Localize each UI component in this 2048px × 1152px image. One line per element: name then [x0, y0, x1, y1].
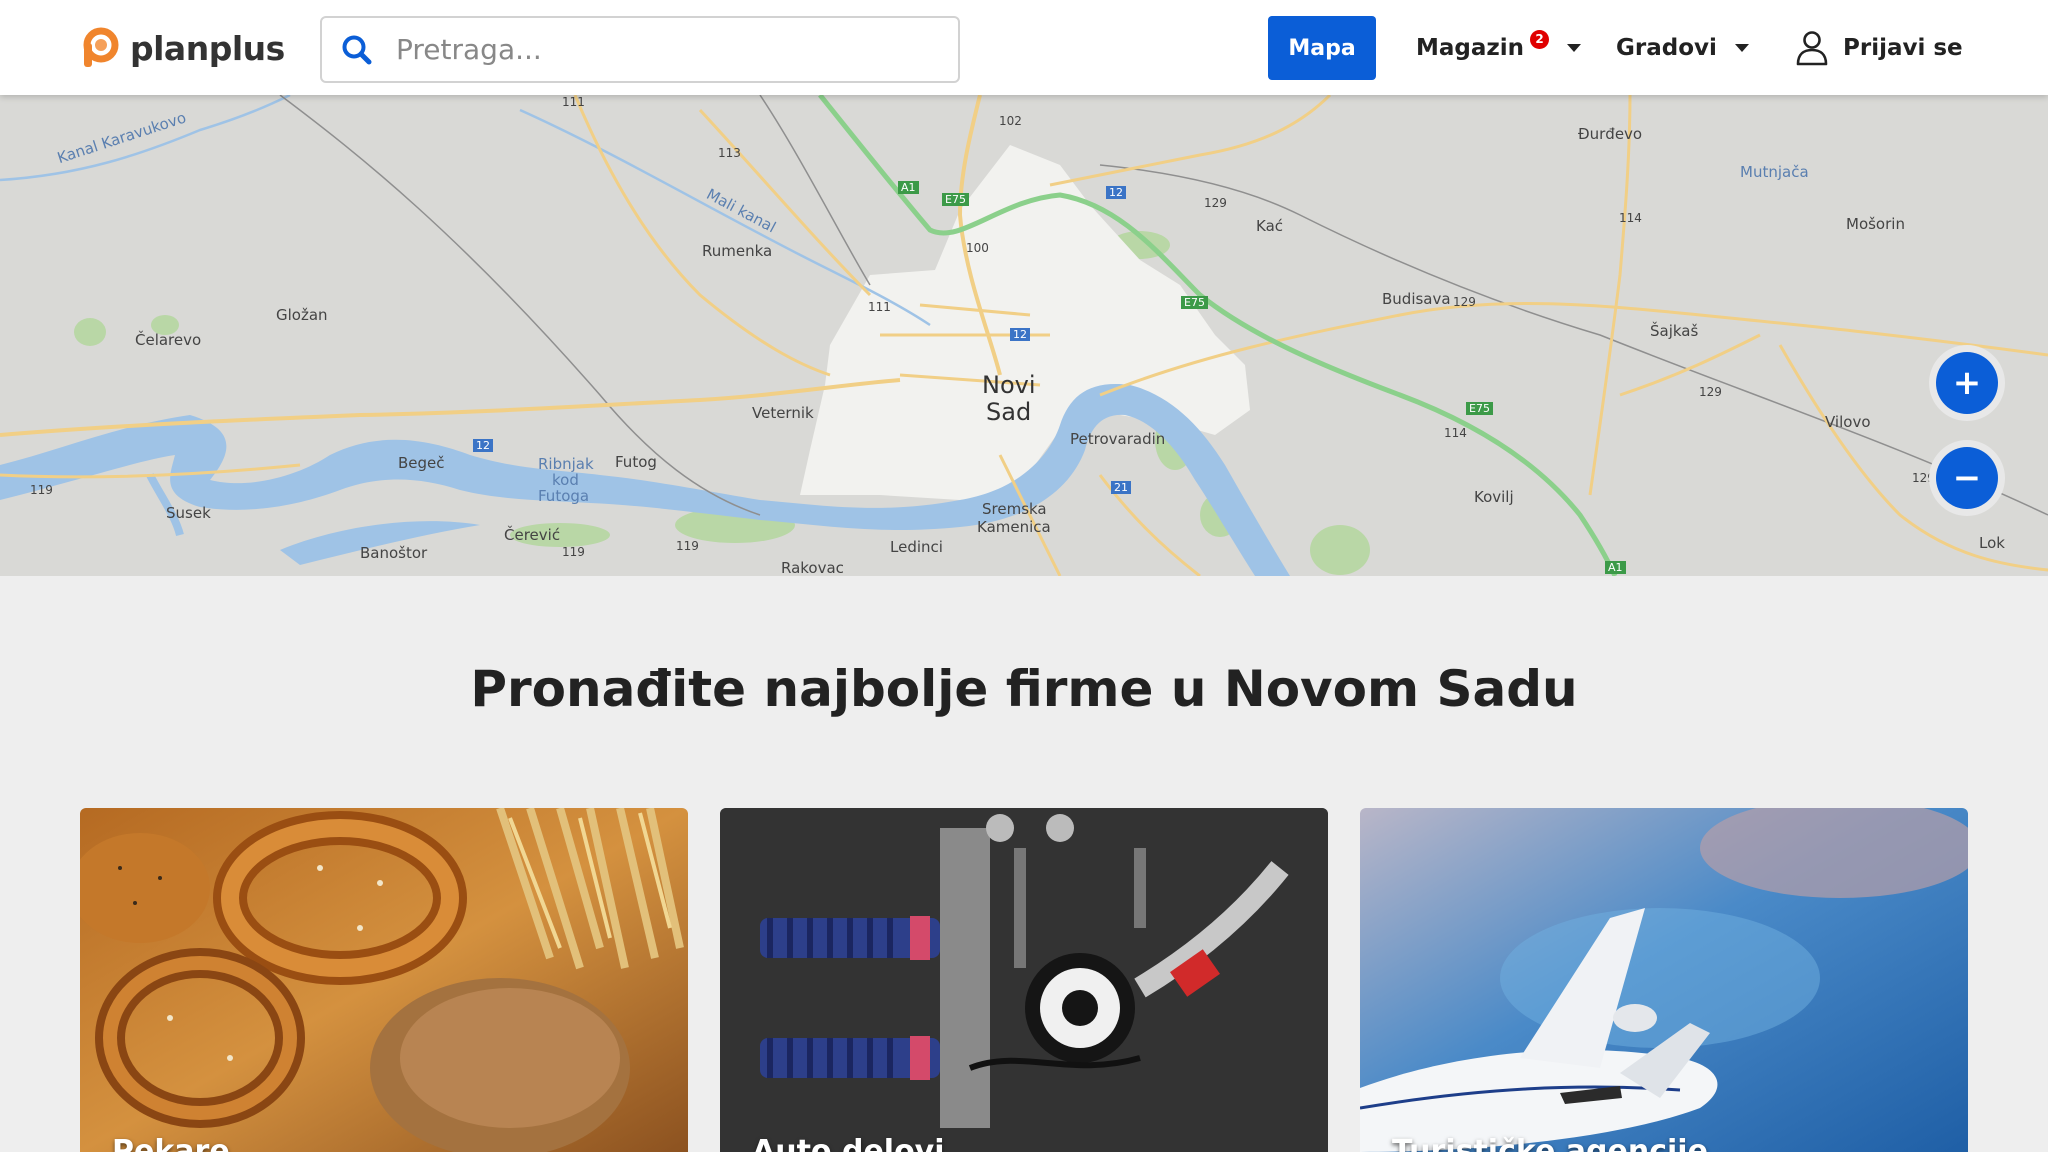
user-icon [1796, 31, 1828, 66]
road-number: 129 [1699, 385, 1722, 399]
road-number: 113 [718, 146, 741, 160]
card-label: Auto delovi [752, 1134, 945, 1152]
map-view[interactable]: Novi Sad Đurđevo Mutnjača Mošorin Kać Bu… [0, 95, 2048, 576]
map-label-place: Budisava [1382, 290, 1451, 308]
road-number: 114 [1444, 426, 1467, 440]
road-number: 119 [30, 483, 53, 497]
auto-parts-image [720, 808, 1328, 1152]
top-navbar: planplus Mapa Magazin 2 Gradovi Prijavi … [0, 0, 2048, 95]
map-label-place: Petrovaradin [1070, 430, 1166, 448]
zoom-out-button[interactable]: − [1929, 440, 2005, 516]
map-label-place: Begeč [398, 454, 445, 472]
map-label-place: Čerević [504, 526, 561, 544]
nav-gradovi-label: Gradovi [1616, 35, 1717, 61]
road-number: 12 [473, 439, 493, 452]
map-label-place: Veternik [752, 404, 814, 422]
map-label-place: Mutnjača [1740, 163, 1809, 181]
map-label-place: Kovilj [1474, 488, 1514, 506]
road-number: 129 [1453, 295, 1476, 309]
search-icon[interactable] [340, 33, 374, 67]
road-number: A1 [898, 181, 919, 194]
chevron-down-icon [1567, 44, 1582, 52]
map-label-place: Rumenka [702, 242, 773, 260]
map-label-place: Kamenica [977, 518, 1051, 536]
notification-badge: 2 [1530, 29, 1550, 49]
nav-magazin-label: Magazin [1416, 35, 1525, 61]
category-card-pekare[interactable]: Pekare [80, 808, 688, 1152]
road-number: E75 [1466, 402, 1493, 415]
road-number: 21 [1111, 481, 1131, 494]
map-label-place: Gložan [276, 306, 328, 324]
map-labels: Novi Sad Đurđevo Mutnjača Mošorin Kać Bu… [0, 95, 2048, 576]
login-label: Prijavi se [1843, 35, 1963, 61]
map-label-place: Ledinci [890, 538, 943, 556]
road-number: 100 [966, 241, 989, 255]
map-label-canal: Kanal Karavukovo [55, 108, 189, 168]
map-label-place: Susek [166, 504, 211, 522]
map-label-novi-sad: Sad [986, 398, 1032, 426]
map-label-place: Futoga [538, 487, 590, 505]
map-label-place: Mošorin [1846, 215, 1905, 233]
card-label: Pekare [112, 1134, 230, 1152]
chevron-down-icon [1734, 44, 1749, 52]
map-label-place: Đurđevo [1578, 125, 1643, 143]
map-label-place: Futog [615, 453, 657, 471]
road-number: 129 [1204, 196, 1227, 210]
map-label-place: Vilovo [1825, 413, 1871, 431]
search-bar[interactable] [320, 16, 960, 83]
map-label-place: Kać [1256, 217, 1284, 235]
map-label-place: Lok [1979, 534, 2005, 552]
card-label: Turističke agencije [1392, 1134, 1708, 1152]
road-number: E75 [1181, 296, 1208, 309]
road-number: E75 [942, 193, 969, 206]
map-label-place: Banoštor [360, 544, 428, 562]
bakery-image [80, 808, 688, 1152]
nav-gradovi-dropdown[interactable]: Gradovi [1616, 30, 1749, 66]
search-input[interactable] [396, 33, 936, 66]
page-title: Pronađite najbolje firme u Novom Sadu [470, 660, 1578, 718]
road-number: 12 [1010, 328, 1030, 341]
map-label-place: Čelarevo [135, 331, 202, 349]
map-label-place: Rakovac [781, 559, 844, 576]
road-number: 114 [1619, 211, 1642, 225]
road-number: 119 [562, 545, 585, 559]
travel-agency-image [1360, 808, 1968, 1152]
map-button[interactable]: Mapa [1268, 16, 1376, 80]
map-label-canal: Mali kanal [703, 185, 779, 237]
road-number: 119 [676, 539, 699, 553]
logo-text: planplus [130, 28, 285, 68]
plus-icon: + [1936, 352, 1998, 414]
category-card-turisticke-agencije[interactable]: Turističke agencije [1360, 808, 1968, 1152]
road-number: 111 [868, 300, 891, 314]
road-number: 102 [999, 114, 1022, 128]
minus-icon: − [1936, 447, 1998, 509]
road-number: 12 [1106, 186, 1126, 199]
map-label-place: Sremska [982, 500, 1047, 518]
zoom-in-button[interactable]: + [1929, 345, 2005, 421]
map-label-novi-sad: Novi [982, 371, 1036, 399]
nav-magazin-dropdown[interactable]: Magazin 2 [1416, 29, 1582, 66]
road-number: A1 [1605, 561, 1626, 574]
road-number: 111 [562, 95, 585, 109]
planplus-logo[interactable]: planplus [78, 26, 285, 70]
category-card-auto-delovi[interactable]: Auto delovi [720, 808, 1328, 1152]
map-label-place: Šajkaš [1650, 322, 1699, 340]
planplus-logo-icon [83, 27, 119, 67]
login-link[interactable]: Prijavi se [1795, 26, 1963, 70]
